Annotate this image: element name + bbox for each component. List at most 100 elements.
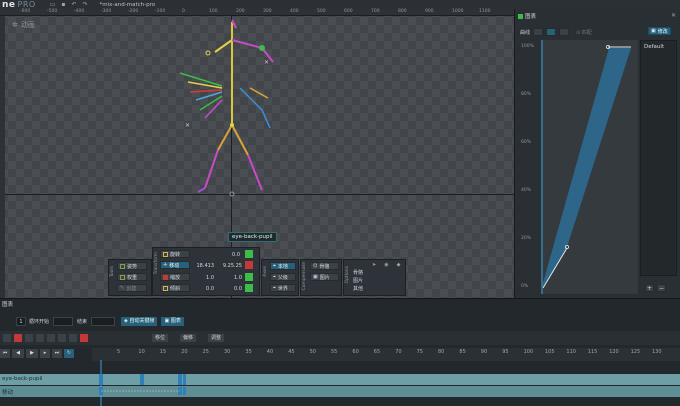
translate-x-value[interactable]: 18.413	[190, 263, 215, 269]
graph-y-tick: 20%	[521, 236, 532, 241]
graph-y-tick: 80%	[521, 92, 532, 97]
step-forward-icon[interactable]: ▸	[40, 349, 50, 358]
graph-icon	[518, 13, 523, 19]
pin-icon[interactable]: ◆	[397, 262, 401, 268]
play-forward-icon[interactable]: ▶	[26, 349, 38, 358]
option-row[interactable]: 骨骼	[353, 269, 363, 276]
key-icon[interactable]	[3, 334, 11, 342]
rotate-key-button[interactable]	[245, 250, 253, 258]
world-axis-button[interactable]: ⌖ 世界	[270, 284, 296, 292]
create-button[interactable]: ✎ 创建	[117, 284, 147, 292]
move-icon: ✛	[163, 262, 168, 268]
shear-y-value[interactable]: 0.0	[222, 286, 242, 292]
modify-button[interactable]: ▣ 修改	[648, 27, 671, 35]
adjust-button[interactable]: 调整	[208, 334, 225, 342]
key-toolbar-icons	[3, 334, 88, 342]
graph-curves[interactable]	[541, 40, 638, 294]
clear-icon[interactable]	[69, 334, 77, 342]
paste-icon[interactable]	[47, 334, 55, 342]
curve-linear-button[interactable]	[533, 28, 544, 36]
timeline-tick-label: 80	[438, 349, 445, 355]
local-axis-button[interactable]: ⌖ 本地	[270, 262, 296, 270]
compensate-bones-button[interactable]: ⌬ 骨骼	[310, 262, 339, 270]
eye-icon[interactable]: ◉	[384, 262, 388, 268]
record-icon[interactable]	[80, 334, 88, 342]
pointer-icon[interactable]: ➤	[372, 262, 376, 268]
weights-button[interactable]: 权重	[117, 273, 147, 281]
play-backward-icon[interactable]: ◀	[12, 349, 24, 358]
lock-icon[interactable]	[25, 334, 33, 342]
curve-list-item[interactable]: Default	[644, 44, 664, 50]
translate-button[interactable]: ✛ 移动	[160, 261, 190, 269]
rotate-button[interactable]: 旋转	[160, 250, 190, 258]
graph-y-tick: 60%	[521, 140, 532, 145]
timeline-tick-label: 45	[288, 349, 295, 355]
graph-close-icon[interactable]: ✕	[671, 12, 676, 19]
graph-toggle-button[interactable]: ▣ 图表	[161, 316, 184, 326]
match-button[interactable]: ⊙ 匹配	[576, 29, 592, 36]
compensate-label: Compensate	[302, 262, 307, 291]
timeline-tick-label: 25	[202, 349, 209, 355]
timeline-tick-label: 100	[523, 349, 534, 355]
scale-icon	[163, 274, 168, 280]
graph-curve-list	[640, 40, 677, 276]
bone-tooltip: eye-back-pupil	[228, 232, 277, 242]
timeline-tick-label: 20	[181, 349, 188, 355]
loop-start-label: 循环开始	[29, 318, 50, 325]
timeline-tick-label: 85	[459, 349, 466, 355]
timeline-tick-label: 35	[245, 349, 252, 355]
svg-text:✕: ✕	[185, 122, 190, 129]
timeline-tick-label: 50	[309, 349, 316, 355]
remove-curve-button[interactable]: −	[657, 284, 666, 292]
end-input[interactable]	[91, 316, 116, 326]
key-add-icon[interactable]	[14, 334, 22, 342]
graph-tab[interactable]: 图表	[518, 12, 536, 20]
modify-icon: ▣	[651, 28, 656, 34]
create-icon: ✎	[120, 285, 125, 291]
loop-icon[interactable]: ↻	[64, 349, 74, 358]
go-start-icon[interactable]: ⏮	[0, 349, 10, 358]
weights-icon	[120, 274, 125, 280]
timeline-tab[interactable]: 图表	[2, 300, 13, 308]
delete-key-icon[interactable]	[58, 334, 66, 342]
timeline-tick-label: 75	[416, 349, 423, 355]
curve-stepped-button[interactable]	[559, 28, 570, 36]
curve-bezier-button[interactable]	[546, 28, 557, 36]
shear-button[interactable]: 倾斜	[160, 284, 190, 292]
timeline-tick-label: 40	[266, 349, 274, 355]
offset-button[interactable]: 移位	[152, 334, 169, 342]
keyframes[interactable]	[0, 360, 680, 406]
shift-button[interactable]: 偏移	[180, 334, 197, 342]
timeline-tick-label: 60	[352, 349, 359, 355]
go-end-icon[interactable]: ⏭	[52, 349, 62, 358]
scale-key-button[interactable]	[245, 273, 253, 281]
timeline-key-toolbar	[0, 331, 680, 345]
copy-icon[interactable]	[36, 334, 44, 342]
timeline-tick-label: 95	[502, 349, 509, 355]
shear-x-value[interactable]: 0.0	[195, 286, 214, 292]
parent-axis-button[interactable]: ⌖ 父级	[270, 273, 296, 281]
translate-key-button[interactable]	[245, 261, 253, 269]
option-row[interactable]: 图片	[353, 277, 363, 284]
local-icon: ⌖	[273, 263, 276, 269]
translate-y-value[interactable]: 9.25.25	[216, 263, 242, 269]
loop-start-input[interactable]	[53, 316, 74, 326]
timeline-tick-label: 65	[373, 349, 381, 355]
rotate-value[interactable]: 0.0	[218, 252, 240, 258]
option-row[interactable]: 其他	[353, 285, 363, 292]
timeline-tick-label: 55	[331, 349, 338, 355]
timeline-tick-label: 10	[138, 349, 145, 355]
shear-key-button[interactable]	[245, 284, 253, 292]
frame-input[interactable]: 1	[16, 316, 26, 326]
graph-y-tick: 40%	[521, 188, 532, 193]
rotate-icon	[163, 251, 168, 257]
images-icon: ▣	[313, 274, 318, 280]
scale-button[interactable]: 缩放	[160, 273, 190, 281]
scale-y-value[interactable]: 1.0	[222, 275, 242, 281]
compensate-images-button[interactable]: ▣ 图片	[310, 273, 339, 281]
scale-x-value[interactable]: 1.0	[195, 275, 214, 281]
add-curve-button[interactable]: +	[645, 284, 654, 292]
pose-button[interactable]: 姿势	[117, 262, 147, 270]
graph-toolbar: 曲线 ⊙ 匹配	[520, 28, 592, 36]
auto-key-button[interactable]: ◈ 自动关键帧	[121, 316, 158, 326]
